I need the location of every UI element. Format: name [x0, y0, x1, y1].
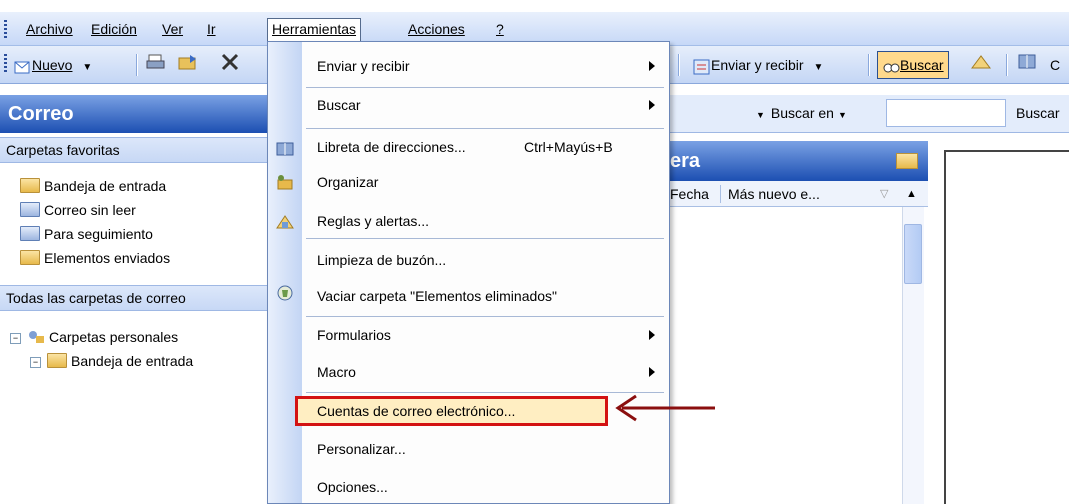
inbox-folder-icon — [47, 353, 67, 368]
submenu-arrow-icon — [649, 100, 655, 110]
menu-help[interactable]: ? — [492, 18, 508, 40]
recycle-bin-icon — [276, 285, 294, 301]
send-receive-button[interactable]: Enviar y recibir ▼ — [693, 53, 823, 77]
folder-icon — [896, 153, 918, 169]
chevron-down-icon[interactable]: ▼ — [813, 62, 823, 73]
favorite-item[interactable]: Correo sin leer — [20, 199, 136, 221]
menu-shortcut: Ctrl+Mayús+B — [524, 139, 613, 155]
submenu-arrow-icon — [649, 367, 655, 377]
tree-item-inbox[interactable]: − Bandeja de entrada — [30, 350, 193, 372]
inbox-folder-icon — [20, 178, 40, 193]
menu-item-macro[interactable]: Macro — [317, 355, 356, 389]
delete-icon[interactable] — [220, 53, 240, 77]
find-button[interactable]: Buscar — [877, 51, 949, 79]
new-button[interactable]: Nuevo ▼ — [14, 53, 92, 77]
submenu-arrow-icon — [649, 330, 655, 340]
menu-edicion[interactable]: Edición — [87, 18, 141, 40]
menu-item-mailbox-cleanup[interactable]: Limpieza de buzón... — [317, 243, 446, 277]
menu-ver[interactable]: Ver — [158, 18, 187, 40]
tools-menu: Enviar y recibir Buscar Libreta de direc… — [267, 41, 670, 504]
tree-item-personal-folders[interactable]: − Carpetas personales — [10, 326, 178, 348]
sort-order-label[interactable]: Más nuevo e... — [728, 181, 820, 207]
find-input[interactable] — [886, 99, 1006, 127]
favorite-item[interactable]: Para seguimiento — [20, 223, 153, 245]
search-in-dropdown[interactable]: ▼ Buscar en ▼ — [756, 105, 847, 121]
menu-item-address-book[interactable]: Libreta de direcciones... — [317, 130, 466, 164]
collapse-icon[interactable]: − — [10, 333, 21, 344]
personal-folders-icon — [27, 328, 45, 343]
favorites-header[interactable]: Carpetas favoritas — [0, 137, 268, 163]
menu-acciones[interactable]: Acciones — [404, 18, 469, 40]
submenu-arrow-icon — [649, 61, 655, 71]
move-to-folder-icon[interactable] — [178, 53, 200, 77]
send-receive-icon — [693, 58, 711, 75]
sent-items-folder-icon — [20, 250, 40, 265]
menu-item-find[interactable]: Buscar — [317, 88, 361, 122]
annotation-arrow-icon — [615, 394, 715, 422]
toolbar-cut-off-label: C — [1050, 57, 1061, 73]
new-mail-icon — [14, 58, 32, 74]
organize-icon[interactable] — [970, 53, 992, 77]
collapse-icon[interactable]: − — [30, 357, 41, 368]
find-now-button[interactable]: Buscar — [1016, 105, 1060, 121]
menu-item-empty-deleted[interactable]: Vaciar carpeta "Elementos eliminados" — [317, 279, 557, 313]
search-folder-icon — [20, 202, 40, 217]
menu-item-forms[interactable]: Formularios — [317, 318, 391, 352]
menu-archivo[interactable]: Archivo — [22, 18, 77, 40]
toolbar-grip[interactable] — [4, 54, 7, 72]
find-icon — [882, 58, 900, 74]
menu-item-rules-alerts[interactable]: Reglas y alertas... — [317, 204, 429, 238]
search-folder-icon — [20, 226, 40, 241]
sort-filter-icon[interactable]: ▽ — [880, 181, 888, 207]
rules-icon — [276, 214, 294, 230]
all-mail-folders-header[interactable]: Todas las carpetas de correo — [0, 285, 268, 311]
menu-icon-gutter — [268, 42, 302, 503]
favorite-item[interactable]: Elementos enviados — [20, 247, 170, 269]
column-fecha[interactable]: Fecha — [670, 181, 709, 207]
reading-pane-frame — [944, 150, 1069, 504]
menu-item-options[interactable]: Opciones... — [317, 470, 388, 504]
menu-item-send-receive[interactable]: Enviar y recibir — [317, 49, 410, 83]
scroll-up-icon[interactable]: ▲ — [906, 181, 917, 207]
address-book-icon — [276, 141, 294, 157]
address-book-icon[interactable] — [1018, 53, 1038, 77]
print-icon[interactable] — [146, 53, 166, 77]
organize-icon — [276, 174, 294, 190]
toolbar-grip[interactable] — [4, 20, 7, 38]
menu-item-customize[interactable]: Personalizar... — [317, 432, 406, 466]
menu-ir[interactable]: Ir — [203, 18, 220, 40]
chevron-down-icon[interactable]: ▼ — [82, 62, 92, 73]
menu-item-organize[interactable]: Organizar — [317, 165, 378, 199]
favorite-item[interactable]: Bandeja de entrada — [20, 175, 166, 197]
pane-title: Correo — [0, 95, 268, 133]
scrollbar-thumb[interactable] — [904, 224, 922, 284]
menu-item-email-accounts[interactable]: Cuentas de correo electrónico... — [317, 394, 515, 428]
